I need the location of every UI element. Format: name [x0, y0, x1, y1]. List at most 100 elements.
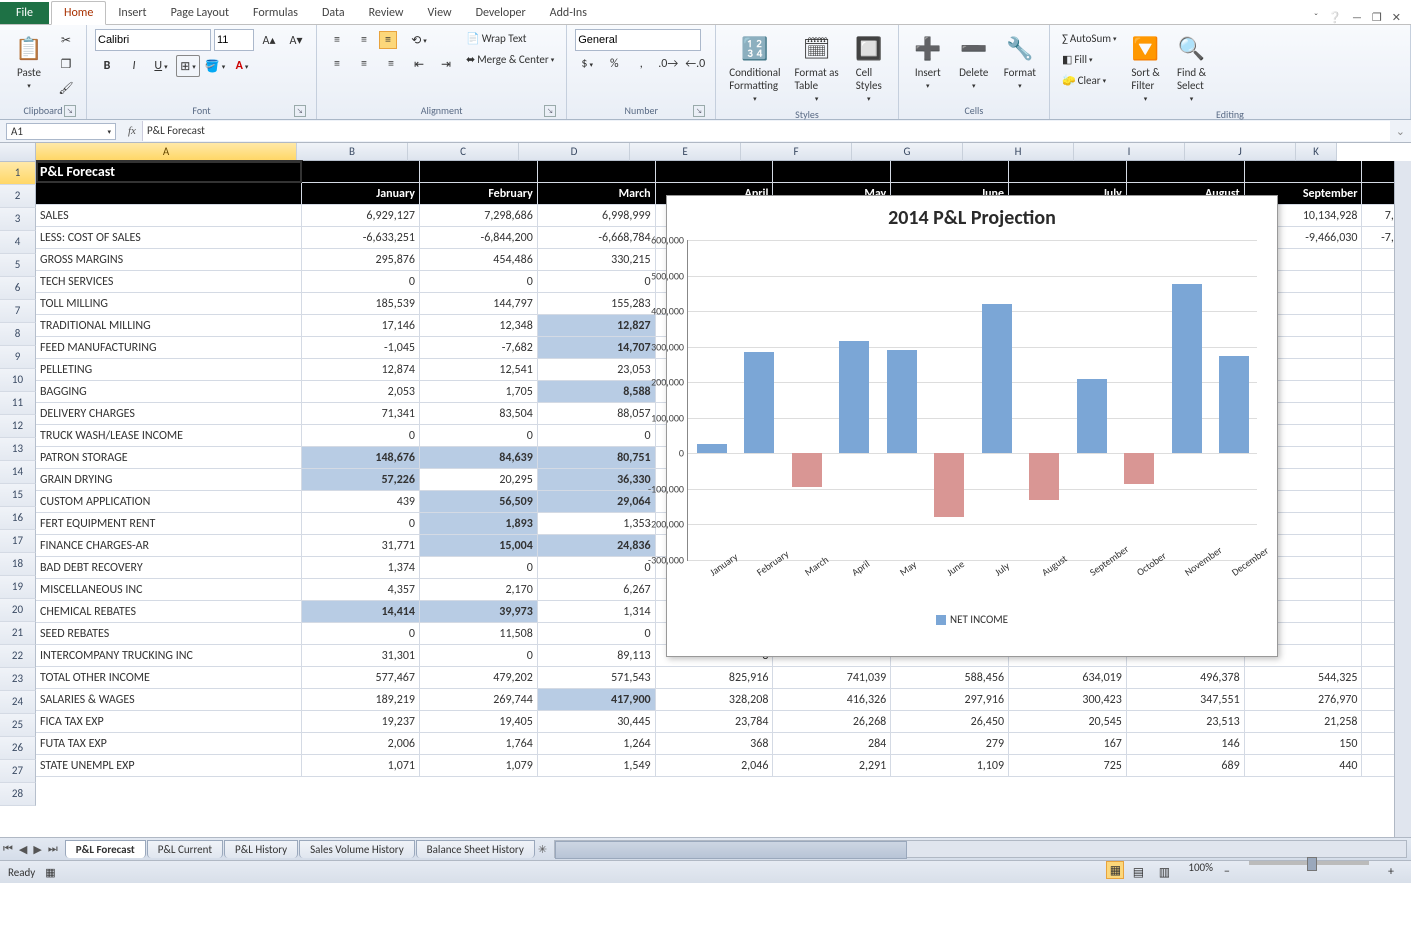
cell[interactable]: SALARIES & WAGES	[36, 689, 302, 711]
sheet-tab[interactable]: P&L Forecast	[65, 840, 146, 858]
increase-decimal-button[interactable]: .0→	[656, 53, 680, 75]
cell[interactable]: PELLETING	[36, 359, 302, 381]
cell[interactable]: 417,900	[538, 689, 656, 711]
cell[interactable]: 1,264	[538, 733, 656, 755]
tab-addins[interactable]: Add-Ins	[538, 2, 599, 24]
cell[interactable]: SALES	[36, 205, 302, 227]
find-select-button[interactable]: 🔍Find & Select▾	[1171, 29, 1213, 106]
cell[interactable]: 454,486	[420, 249, 538, 271]
cell[interactable]: 6,267	[538, 579, 656, 601]
column-header-J[interactable]: J	[1185, 143, 1296, 161]
cell[interactable]: 39,973	[420, 601, 538, 623]
cell[interactable]: 479,202	[420, 667, 538, 689]
cell[interactable]: 17,146	[302, 315, 420, 337]
cell[interactable]: 1,314	[538, 601, 656, 623]
name-box[interactable]: A1▾	[6, 123, 116, 140]
cell[interactable]: 1,374	[302, 557, 420, 579]
align-left-button[interactable]: ≡	[325, 53, 349, 75]
row-header-3[interactable]: 3	[0, 208, 36, 231]
row-header-24[interactable]: 24	[0, 691, 36, 714]
chart[interactable]: 2014 P&L Projection -300,000-200,000-100…	[666, 195, 1278, 657]
cell[interactable]: BAGGING	[36, 381, 302, 403]
cell[interactable]: FICA TAX EXP	[36, 711, 302, 733]
cell[interactable]: MISCELLANEOUS INC	[36, 579, 302, 601]
cell[interactable]: 588,456	[891, 667, 1009, 689]
tab-formulas[interactable]: Formulas	[241, 2, 310, 24]
cell[interactable]: 0	[420, 425, 538, 447]
row-header-17[interactable]: 17	[0, 530, 36, 553]
cell[interactable]: 2,006	[302, 733, 420, 755]
row-header-9[interactable]: 9	[0, 346, 36, 369]
row-header-8[interactable]: 8	[0, 323, 36, 346]
cell[interactable]: 4,357	[302, 579, 420, 601]
cell[interactable]: 347,551	[1127, 689, 1245, 711]
expand-formula-bar-icon[interactable]: ⌄	[1390, 125, 1411, 138]
tab-nav-first[interactable]: ⏮	[0, 842, 16, 856]
vertical-scrollbar[interactable]	[1394, 161, 1411, 837]
cell[interactable]: 725	[1009, 755, 1127, 777]
cell[interactable]: 12,874	[302, 359, 420, 381]
tab-nav-prev[interactable]: ◀	[16, 843, 30, 856]
row-header-7[interactable]: 7	[0, 300, 36, 323]
cell[interactable]	[420, 161, 538, 183]
minimize-window-icon[interactable]: —	[1352, 11, 1362, 24]
row-header-20[interactable]: 20	[0, 599, 36, 622]
cell[interactable]: 23,784	[656, 711, 774, 733]
cell[interactable]: 21,258	[1245, 711, 1363, 733]
clear-button[interactable]: 🧽 Clear ▾	[1058, 71, 1121, 90]
close-window-icon[interactable]: ✕	[1392, 11, 1401, 24]
cell[interactable]: 11,508	[420, 623, 538, 645]
cell[interactable]: 2,046	[656, 755, 774, 777]
align-right-button[interactable]: ≡	[379, 53, 403, 75]
cell[interactable]: 1,549	[538, 755, 656, 777]
accounting-format-button[interactable]: $▾	[575, 53, 599, 75]
cell[interactable]: FINANCE CHARGES-AR	[36, 535, 302, 557]
tab-view[interactable]: View	[416, 2, 464, 24]
align-middle-button[interactable]: ≡	[352, 29, 376, 51]
cell[interactable]: 496,378	[1127, 667, 1245, 689]
cell[interactable]: 20,295	[420, 469, 538, 491]
cell[interactable]: 12,827	[538, 315, 656, 337]
column-header-E[interactable]: E	[630, 143, 741, 161]
cell[interactable]: TECH SERVICES	[36, 271, 302, 293]
cell[interactable]: CUSTOM APPLICATION	[36, 491, 302, 513]
cell[interactable]: LESS: COST OF SALES	[36, 227, 302, 249]
macro-record-icon[interactable]: ▦	[45, 866, 55, 879]
minimize-ribbon-icon[interactable]: ˇ	[1314, 11, 1318, 24]
cell[interactable]: 330,215	[538, 249, 656, 271]
zoom-in-button[interactable]: +	[1379, 861, 1403, 883]
font-color-button[interactable]: A▾	[230, 55, 254, 77]
row-header-4[interactable]: 4	[0, 231, 36, 254]
decrease-indent-button[interactable]: ⇤	[407, 53, 431, 75]
cell[interactable]: 26,268	[773, 711, 891, 733]
comma-format-button[interactable]: ,	[629, 53, 653, 75]
cell[interactable]: 741,039	[773, 667, 891, 689]
cell[interactable]	[36, 183, 302, 205]
cell[interactable]: 276,970	[1245, 689, 1363, 711]
cell[interactable]: TRUCK WASH/LEASE INCOME	[36, 425, 302, 447]
column-header-D[interactable]: D	[519, 143, 630, 161]
cell[interactable]: 14,414	[302, 601, 420, 623]
row-header-10[interactable]: 10	[0, 369, 36, 392]
page-layout-view-button[interactable]: ▤	[1126, 861, 1150, 883]
cell[interactable]: INTERCOMPANY TRUCKING INC	[36, 645, 302, 667]
column-header-G[interactable]: G	[852, 143, 963, 161]
sort-filter-button[interactable]: 🔽Sort & Filter▾	[1125, 29, 1167, 106]
cell[interactable]	[1127, 161, 1245, 183]
cell[interactable]: 284	[773, 733, 891, 755]
cell[interactable]: 689	[1127, 755, 1245, 777]
cell[interactable]: -7,682	[420, 337, 538, 359]
cell[interactable]: -6,633,251	[302, 227, 420, 249]
tab-data[interactable]: Data	[310, 2, 357, 24]
row-header-19[interactable]: 19	[0, 576, 36, 599]
tab-nav-last[interactable]: ⏭	[45, 842, 61, 856]
normal-view-button[interactable]: ▦	[1106, 861, 1124, 879]
tab-review[interactable]: Review	[357, 2, 416, 24]
cell[interactable]: 23,513	[1127, 711, 1245, 733]
cell[interactable]: 30,445	[538, 711, 656, 733]
cell[interactable]: 150	[1245, 733, 1363, 755]
sheet-tab[interactable]: Balance Sheet History	[416, 840, 535, 858]
row-header-11[interactable]: 11	[0, 392, 36, 415]
cell[interactable]: FEED MANUFACTURING	[36, 337, 302, 359]
cell[interactable]: 0	[538, 425, 656, 447]
